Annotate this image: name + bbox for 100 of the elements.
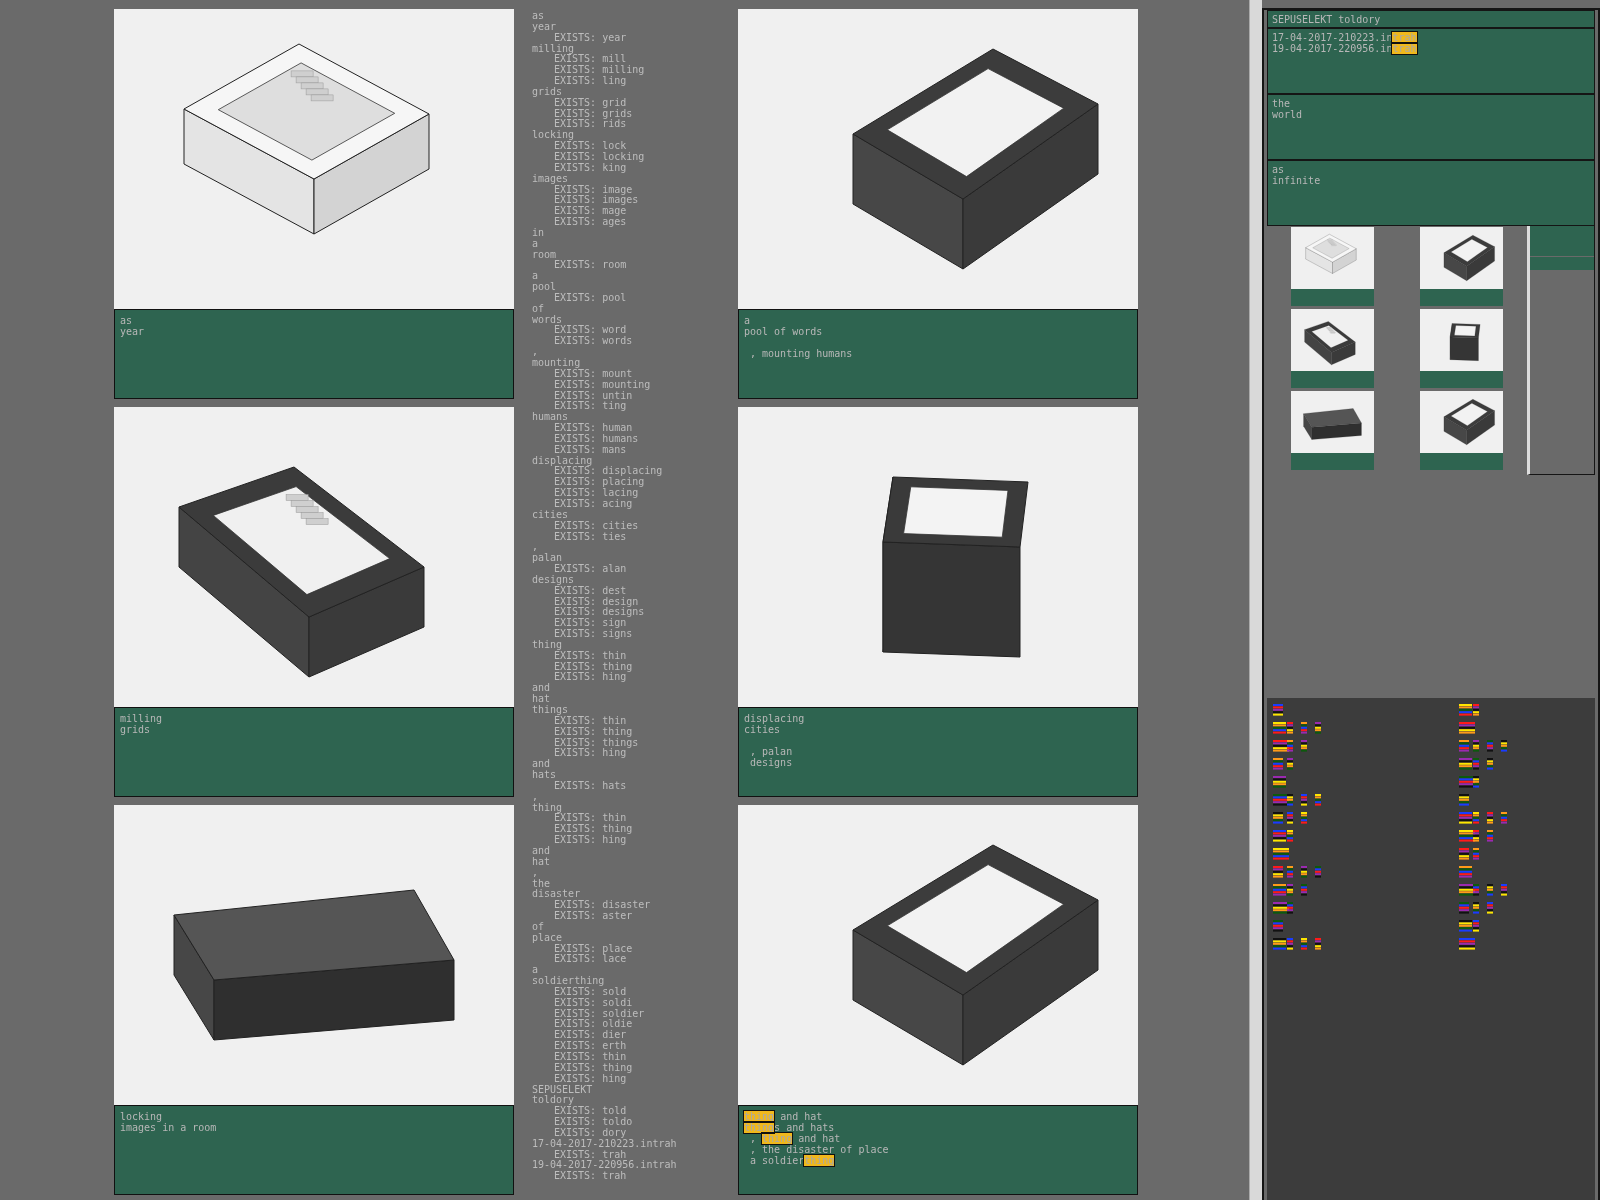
word-line: and	[532, 759, 552, 770]
exists-line: EXISTS: mans	[553, 444, 628, 456]
exists-line: EXISTS: things	[553, 737, 640, 749]
word-line: grids	[532, 86, 563, 98]
exists-line: EXISTS: alan	[554, 564, 628, 575]
box-drawing	[1304, 321, 1356, 365]
caption-line: as	[120, 315, 134, 326]
word-line: hat	[532, 694, 552, 705]
thumbnail-image[interactable]	[1420, 227, 1503, 289]
exists-line: EXISTS: thing	[553, 1062, 634, 1074]
word-line: images	[532, 173, 570, 185]
exists-line: EXISTS: mount	[554, 368, 634, 380]
word-line: ,	[532, 867, 540, 879]
exists-line: EXISTS: signs	[553, 629, 634, 640]
caption-line: a	[744, 315, 752, 326]
exists-line: EXISTS: soldi	[553, 997, 634, 1009]
note-line: as	[1272, 164, 1286, 175]
caption-line: , the disaster of place	[749, 1144, 890, 1155]
word-line: a	[532, 271, 540, 282]
word-line: SEPUSELEKT	[532, 1084, 594, 1095]
exists-line: EXISTS: dory	[554, 1127, 627, 1139]
exists-line: EXISTS: sold	[554, 986, 628, 998]
exists-line: EXISTS: design	[553, 596, 639, 608]
word-line: place	[532, 932, 564, 944]
word-line: soldierthing	[532, 976, 605, 987]
box-drawing	[1450, 323, 1481, 361]
word-line: humans	[532, 412, 570, 423]
word-line: as	[532, 11, 546, 22]
exists-line: EXISTS: trah	[553, 1149, 628, 1160]
caption-line: designs	[749, 757, 794, 768]
word-line: milling	[532, 43, 575, 55]
exists-line: EXISTS: hing	[553, 672, 627, 684]
exists-line: EXISTS: hing	[553, 748, 627, 760]
box-drawing	[1443, 399, 1495, 445]
word-line: palan	[532, 553, 563, 565]
word-line: of	[532, 303, 546, 315]
exists-line: EXISTS: thin	[554, 813, 628, 824]
word-line: of	[532, 921, 546, 933]
exists-line: EXISTS: king	[553, 162, 627, 174]
word-line: things	[532, 705, 569, 716]
word-line: mounting	[532, 358, 581, 369]
exists-line: EXISTS: lacing	[553, 488, 639, 499]
exists-line: EXISTS: oldie	[553, 1019, 634, 1030]
exists-line: EXISTS: lock	[554, 141, 628, 152]
thumbnail-image[interactable]	[1291, 391, 1374, 453]
note-line: infinite	[1272, 175, 1322, 186]
caption-line: pool of words	[744, 326, 824, 337]
thumbnail-image[interactable]	[1420, 391, 1503, 453]
caption-line: locking	[120, 1111, 163, 1122]
highlighted-word: thing	[744, 1122, 775, 1133]
word-line: hats	[532, 770, 558, 781]
caption-line: , palan	[749, 746, 794, 757]
exists-line: EXISTS: disaster	[553, 900, 652, 911]
box-drawing	[1303, 408, 1362, 440]
caption-line: , mounting humans	[749, 348, 854, 359]
exists-line: EXISTS: locking	[553, 151, 646, 163]
exists-line: EXISTS: rids	[553, 119, 627, 130]
word-line: words	[532, 314, 564, 325]
exists-line: EXISTS: dier	[553, 1030, 628, 1041]
exists-line: EXISTS: image	[554, 184, 633, 196]
exists-line: EXISTS: ting	[553, 401, 628, 412]
exists-line: EXISTS: room	[553, 260, 628, 272]
exists-line: EXISTS: thing	[553, 824, 634, 836]
caption-line: , thing and hat	[750, 1133, 841, 1144]
thumbnail-image[interactable]	[1420, 309, 1503, 371]
exists-line: EXISTS: grid	[554, 97, 627, 108]
exists-line: EXISTS: year	[554, 32, 628, 44]
word-line: toldory	[532, 1095, 575, 1107]
word-line: thing	[532, 639, 563, 651]
word-line: and	[532, 845, 552, 857]
exists-line: EXISTS: thin	[554, 650, 628, 662]
exists-line: EXISTS: placing	[553, 477, 645, 489]
exists-line: EXISTS: soldier	[553, 1008, 646, 1019]
word-line: a	[532, 965, 540, 976]
caption-line: milling	[120, 713, 164, 724]
word-line: and	[532, 683, 552, 694]
word-line: displacing	[532, 455, 593, 467]
word-line: ,	[532, 347, 540, 358]
exists-line: EXISTS: sign	[553, 618, 627, 630]
exists-line: EXISTS: images	[553, 195, 640, 206]
exists-line: EXISTS: aster	[553, 911, 634, 922]
thumbnail-image[interactable]	[1291, 227, 1374, 289]
caption-line: year	[120, 326, 146, 337]
exists-line: EXISTS: thin	[554, 715, 628, 727]
exists-line: EXISTS: thin	[553, 1052, 628, 1063]
box-drawing	[1443, 235, 1495, 281]
exists-line: EXISTS: ages	[553, 217, 628, 228]
word-line: the	[532, 878, 552, 889]
word-line: in	[532, 227, 546, 239]
exists-line: EXISTS: hats	[553, 780, 628, 792]
exists-line: EXISTS: hing	[553, 835, 627, 846]
caption-line: things and hats	[744, 1122, 835, 1133]
word-line: disaster	[532, 889, 582, 900]
exists-line: EXISTS: mage	[553, 206, 628, 217]
word-line: room	[532, 249, 558, 260]
exists-line: EXISTS: word	[553, 325, 628, 336]
word-line: a	[532, 238, 540, 250]
word-line: pool	[532, 282, 557, 293]
exists-line: EXISTS: thing	[553, 726, 633, 737]
thumbnail-image[interactable]	[1291, 309, 1374, 371]
